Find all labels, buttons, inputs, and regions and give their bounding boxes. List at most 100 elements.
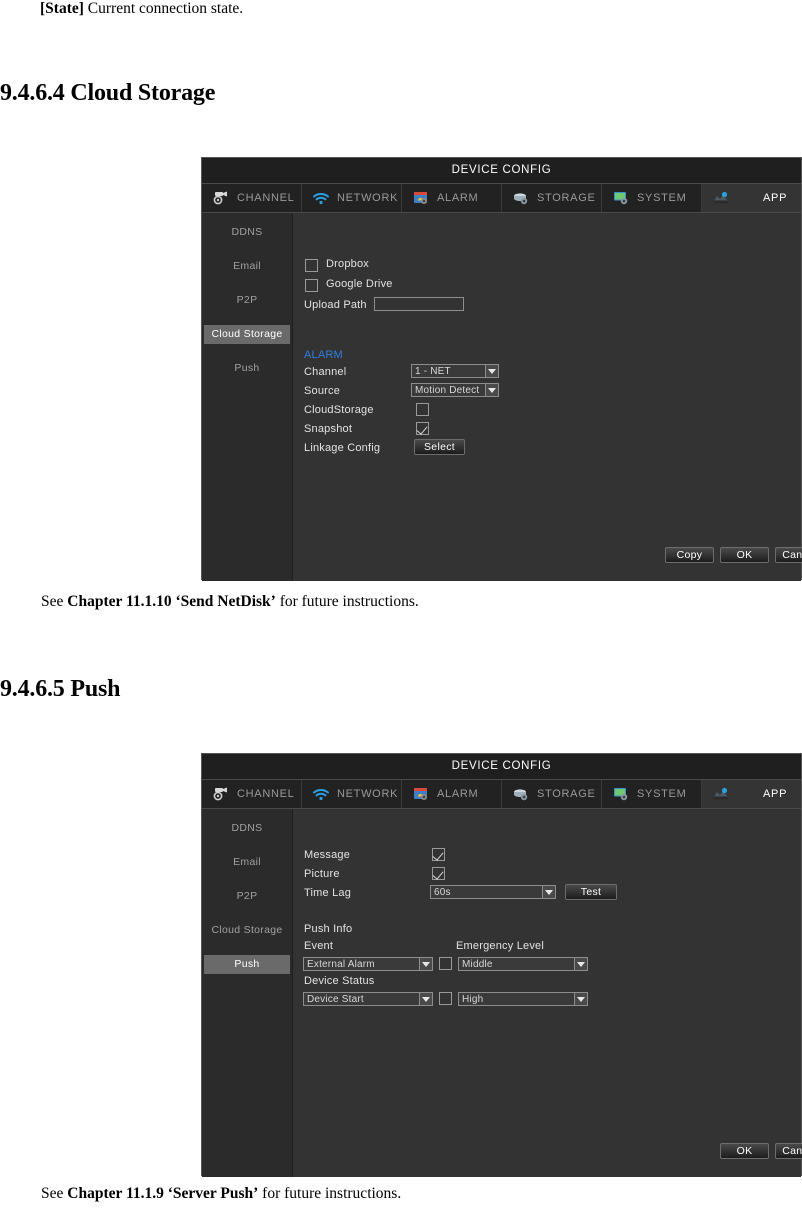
picture-label: Picture	[304, 868, 340, 880]
event-enable-checkbox[interactable]	[439, 957, 452, 970]
cancel-button[interactable]: Cancel	[775, 1143, 802, 1159]
sidebar-item-email[interactable]: Email	[204, 257, 290, 276]
time-lag-label: Time Lag	[304, 887, 352, 899]
device-config-dialog-cloud-storage: DEVICE CONFIG CHANNEL NETWORK ALARM STOR…	[201, 157, 802, 581]
cancel-button[interactable]: Cancel	[775, 547, 802, 563]
snapshot-checkbox[interactable]	[416, 422, 429, 435]
message-label: Message	[304, 849, 351, 861]
dropbox-checkbox[interactable]	[305, 259, 318, 272]
tab-channel[interactable]: CHANNEL	[202, 780, 302, 808]
caption-cloud-suffix: for future instructions.	[275, 593, 419, 610]
tab-app-label: APP	[763, 192, 788, 204]
tab-channel-label: CHANNEL	[237, 788, 295, 800]
tab-network[interactable]: NETWORK	[302, 184, 402, 212]
event-emergency-level-value: Middle	[462, 958, 493, 970]
source-label: Source	[304, 385, 341, 397]
caption-cloud-storage: See Chapter 11.1.10 ‘Send NetDisk’ for f…	[41, 593, 419, 611]
sidebar-item-cloud-storage[interactable]: Cloud Storage	[204, 921, 290, 940]
chevron-down-icon	[485, 384, 498, 396]
test-button[interactable]: Test	[565, 884, 617, 900]
source-select[interactable]: Motion Detect	[411, 383, 499, 397]
caption-push-suffix: for future instructions.	[258, 1185, 402, 1202]
camera-icon	[212, 786, 230, 802]
tab-network[interactable]: NETWORK	[302, 780, 402, 808]
event-emergency-level-select[interactable]: Middle	[458, 957, 588, 971]
dialog-body-push: DDNS Email P2P Cloud Storage Push Messag…	[202, 809, 802, 1177]
disk-gear-icon	[512, 190, 530, 206]
wifi-icon	[312, 190, 330, 206]
main-panel-cloud: Dropbox Google Drive Upload Path ALARM C…	[292, 213, 802, 581]
dialog-title-push: DEVICE CONFIG	[202, 754, 801, 780]
section-heading-cloud-storage: 9.4.6.4 Cloud Storage	[0, 80, 216, 106]
device-status-enable-checkbox[interactable]	[439, 992, 452, 1005]
copy-button[interactable]: Copy	[665, 547, 714, 563]
sidebar-item-push[interactable]: Push	[204, 359, 290, 378]
tab-app-label: APP	[763, 788, 788, 800]
channel-label: Channel	[304, 366, 347, 378]
tab-bar-cloud: CHANNEL NETWORK ALARM STORAGE SYSTEM APP	[202, 184, 801, 213]
event-select[interactable]: External Alarm	[303, 957, 433, 971]
device-status-select-value: Device Start	[307, 993, 364, 1005]
sidebar-item-cloud-storage[interactable]: Cloud Storage	[204, 325, 290, 344]
sidebar-item-ddns[interactable]: DDNS	[204, 819, 290, 838]
tab-system[interactable]: SYSTEM	[602, 184, 702, 212]
chevron-down-icon	[485, 365, 498, 377]
tab-alarm[interactable]: ALARM	[402, 184, 502, 212]
device-status-emergency-level-select[interactable]: High	[458, 992, 588, 1006]
time-lag-select[interactable]: 60s	[430, 885, 556, 899]
device-status-emergency-level-value: High	[462, 993, 484, 1005]
channel-select[interactable]: 1 - NET	[411, 364, 499, 378]
tab-app[interactable]: APP	[702, 780, 801, 808]
tab-network-label: NETWORK	[337, 192, 399, 204]
tab-channel-label: CHANNEL	[237, 192, 295, 204]
monitor-gear-icon	[612, 190, 630, 206]
dialog-body-cloud: DDNS Email P2P Cloud Storage Push Dropbo…	[202, 213, 802, 581]
dialog-title-cloud: DEVICE CONFIG	[202, 158, 801, 184]
tab-alarm[interactable]: ALARM	[402, 780, 502, 808]
chevron-down-icon	[419, 958, 432, 970]
message-checkbox[interactable]	[432, 848, 445, 861]
sidebar-item-email[interactable]: Email	[204, 853, 290, 872]
sidebar-cloud: DDNS Email P2P Cloud Storage Push	[202, 213, 292, 581]
sidebar-item-p2p[interactable]: P2P	[204, 887, 290, 906]
alarm-bell-icon	[412, 786, 430, 802]
linkage-config-label: Linkage Config	[304, 442, 381, 454]
time-lag-select-value: 60s	[434, 886, 451, 898]
section-heading-push: 9.4.6.5 Push	[0, 676, 121, 702]
event-label: Event	[304, 940, 334, 952]
caption-push-prefix: See	[41, 1185, 68, 1202]
source-select-value: Motion Detect	[415, 384, 480, 396]
tab-app[interactable]: APP	[702, 184, 801, 212]
channel-select-value: 1 - NET	[415, 365, 451, 377]
chevron-down-icon	[574, 993, 587, 1005]
sidebar-item-p2p[interactable]: P2P	[204, 291, 290, 310]
device-status-select[interactable]: Device Start	[303, 992, 433, 1006]
wifi-icon	[312, 786, 330, 802]
tab-channel[interactable]: CHANNEL	[202, 184, 302, 212]
caption-push: See Chapter 11.1.9 ‘Server Push’ for fut…	[41, 1185, 401, 1203]
ok-button[interactable]: OK	[720, 1143, 769, 1159]
caption-cloud-chapter: Chapter 11.1.10 ‘Send NetDisk’	[67, 593, 276, 610]
sidebar-item-push[interactable]: Push	[204, 955, 290, 974]
chevron-down-icon	[542, 886, 555, 898]
camera-icon	[212, 190, 230, 206]
device-status-label: Device Status	[304, 975, 375, 987]
ok-button[interactable]: OK	[720, 547, 769, 563]
tab-system[interactable]: SYSTEM	[602, 780, 702, 808]
linkage-select-button[interactable]: Select	[414, 439, 465, 455]
tab-storage[interactable]: STORAGE	[502, 780, 602, 808]
tab-storage-label: STORAGE	[537, 192, 596, 204]
tab-storage[interactable]: STORAGE	[502, 184, 602, 212]
snapshot-label: Snapshot	[304, 423, 353, 435]
tab-storage-label: STORAGE	[537, 788, 596, 800]
device-config-dialog-push: DEVICE CONFIG CHANNEL NETWORK ALARM STOR…	[201, 753, 802, 1177]
google-drive-checkbox[interactable]	[305, 279, 318, 292]
cloudstorage-checkbox[interactable]	[416, 403, 429, 416]
sidebar-item-ddns[interactable]: DDNS	[204, 223, 290, 242]
alarm-bell-icon	[412, 190, 430, 206]
alarm-section-heading: ALARM	[304, 349, 343, 361]
tab-bar-push: CHANNEL NETWORK ALARM STORAGE SYSTEM APP	[202, 780, 801, 809]
picture-checkbox[interactable]	[432, 867, 445, 880]
tab-alarm-label: ALARM	[437, 788, 479, 800]
upload-path-input[interactable]	[374, 297, 464, 311]
